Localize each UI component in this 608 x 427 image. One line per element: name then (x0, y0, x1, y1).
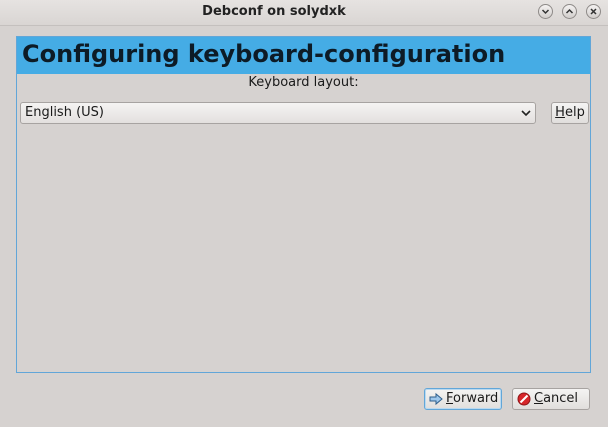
close-icon (590, 8, 597, 15)
window-title: Debconf on solydxk (202, 4, 346, 19)
page-title: Configuring keyboard-configuration (22, 40, 506, 68)
minimize-icon (541, 9, 550, 15)
cancel-button[interactable]: Cancel (512, 388, 590, 410)
arrow-right-icon (429, 392, 443, 406)
cancel-icon (517, 392, 531, 406)
cancel-label: Cancel (534, 391, 579, 406)
close-button[interactable] (586, 4, 601, 19)
help-label-rest: elp (564, 105, 585, 120)
keyboard-layout-select[interactable]: English (US) (20, 102, 536, 124)
maximize-button[interactable] (562, 4, 577, 19)
window-titlebar[interactable]: Debconf on solydxk (0, 0, 608, 26)
keyboard-layout-value: English (US) (25, 105, 104, 120)
chevron-down-icon (521, 110, 531, 117)
help-mnemonic: H (555, 105, 565, 120)
help-button[interactable]: Help (551, 102, 589, 124)
content-panel: Configuring keyboard-configuration Keybo… (16, 36, 591, 373)
forward-label: Forward (446, 391, 499, 406)
maximize-icon (565, 8, 574, 14)
minimize-button[interactable] (538, 4, 553, 19)
heading-banner: Configuring keyboard-configuration (17, 37, 590, 74)
forward-button[interactable]: Forward (424, 388, 502, 410)
keyboard-layout-label: Keyboard layout: (248, 75, 359, 90)
